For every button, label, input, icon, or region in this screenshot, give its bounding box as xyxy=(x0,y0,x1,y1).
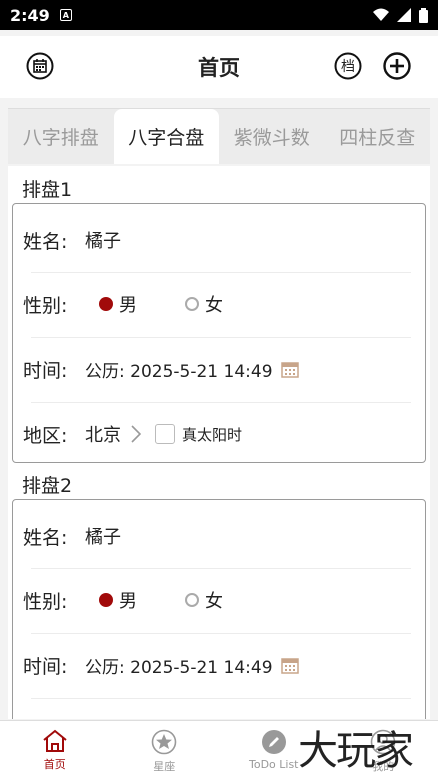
signal-icon xyxy=(397,8,411,22)
pencil-icon xyxy=(261,730,286,754)
archive-button[interactable]: 档 xyxy=(334,52,362,80)
calendar-small-icon[interactable] xyxy=(280,656,299,674)
sim-icon: A xyxy=(59,9,72,21)
tab-sizhu-fancha[interactable]: 四柱反查 xyxy=(325,109,431,164)
gender-row: 性别: 男 女 xyxy=(13,272,425,336)
battery-icon xyxy=(419,7,428,23)
gender-label: 性别: xyxy=(23,294,68,317)
app-header: 首页 档 xyxy=(0,36,438,98)
home-icon xyxy=(43,729,67,752)
region-value[interactable]: 北京 xyxy=(85,421,121,447)
status-bar: 2:49 A xyxy=(0,0,438,30)
name-value[interactable]: 橘子 xyxy=(85,227,121,253)
plus-circle-icon xyxy=(383,52,411,80)
solar-time-label: 真太阳时 xyxy=(182,425,243,444)
time-label: 时间: xyxy=(23,655,68,678)
add-button[interactable] xyxy=(383,52,411,80)
wifi-icon xyxy=(373,8,389,21)
status-icons xyxy=(373,7,428,23)
calendar-small-icon[interactable] xyxy=(280,360,299,378)
name-row[interactable]: 姓名: 橘子 xyxy=(13,208,425,272)
male-label: 男 xyxy=(119,295,137,316)
name-label: 姓名: xyxy=(23,526,68,549)
tab-bazi-hepan[interactable]: 八字合盘 xyxy=(113,109,219,164)
name-label: 姓名: xyxy=(23,230,68,253)
time-row[interactable]: 时间: 公历: 2025-5-21 14:49 xyxy=(13,633,425,697)
male-radio[interactable]: 男 xyxy=(99,291,137,317)
tab-bazi-paipan[interactable]: 八字排盘 xyxy=(8,109,114,164)
status-time: 2:49 xyxy=(10,5,50,25)
radio-selected-icon xyxy=(99,297,113,311)
watermark-logo: 大玩家 xyxy=(298,728,414,774)
time-row[interactable]: 时间: 公历: 2025-5-21 14:49 xyxy=(13,337,425,401)
chevron-right-icon[interactable] xyxy=(131,425,141,443)
female-radio[interactable]: 女 xyxy=(185,587,223,613)
female-radio[interactable]: 女 xyxy=(185,291,223,317)
time-value[interactable]: 公历: 2025-5-21 14:49 xyxy=(85,357,273,382)
chart2-card: 姓名: 橘子 性别: 男 女 时间: 公历: 2025-5-21 14:49 xyxy=(12,499,426,719)
time-value[interactable]: 公历: 2025-5-21 14:49 xyxy=(85,653,273,678)
chart1-card: 姓名: 橘子 性别: 男 女 时间: 公历: 2025-5-21 14:49 地… xyxy=(12,203,426,463)
male-label: 男 xyxy=(119,591,137,612)
main-content: 排盘1 姓名: 橘子 性别: 男 女 时间: 公历: 2025-5-21 14:… xyxy=(8,166,430,719)
male-radio[interactable]: 男 xyxy=(99,587,137,613)
chart2-title: 排盘2 xyxy=(22,475,73,497)
chart1-title: 排盘1 xyxy=(22,179,73,201)
radio-unselected-icon xyxy=(185,297,199,311)
name-value[interactable]: 橘子 xyxy=(85,523,121,549)
gender-row: 性别: 男 女 xyxy=(13,568,425,632)
gender-label: 性别: xyxy=(23,590,68,613)
name-row[interactable]: 姓名: 橘子 xyxy=(13,504,425,568)
tabbar-home[interactable]: 首页 xyxy=(0,721,110,780)
star-icon xyxy=(151,729,177,755)
page-title: 首页 xyxy=(198,56,240,80)
tab-ziwei[interactable]: 紫微斗数 xyxy=(219,109,325,164)
tabbar-star[interactable]: 星座 xyxy=(110,721,220,780)
divider xyxy=(31,698,411,699)
tabbar-home-label: 首页 xyxy=(43,758,66,771)
tab-strip: 八字排盘 八字合盘 紫微斗数 四柱反查 xyxy=(8,108,430,164)
solar-time-checkbox[interactable] xyxy=(155,424,175,444)
female-label: 女 xyxy=(205,295,223,316)
region-label: 地区: xyxy=(23,424,68,447)
archive-label: 档 xyxy=(341,59,355,75)
tabbar-todo-label: ToDo List xyxy=(248,758,299,771)
tabbar-star-label: 星座 xyxy=(153,760,176,773)
time-label: 时间: xyxy=(23,359,68,382)
female-label: 女 xyxy=(205,591,223,612)
radio-selected-icon xyxy=(99,593,113,607)
region-row: 地区: 北京 真太阳时 xyxy=(13,402,425,466)
radio-unselected-icon xyxy=(185,593,199,607)
